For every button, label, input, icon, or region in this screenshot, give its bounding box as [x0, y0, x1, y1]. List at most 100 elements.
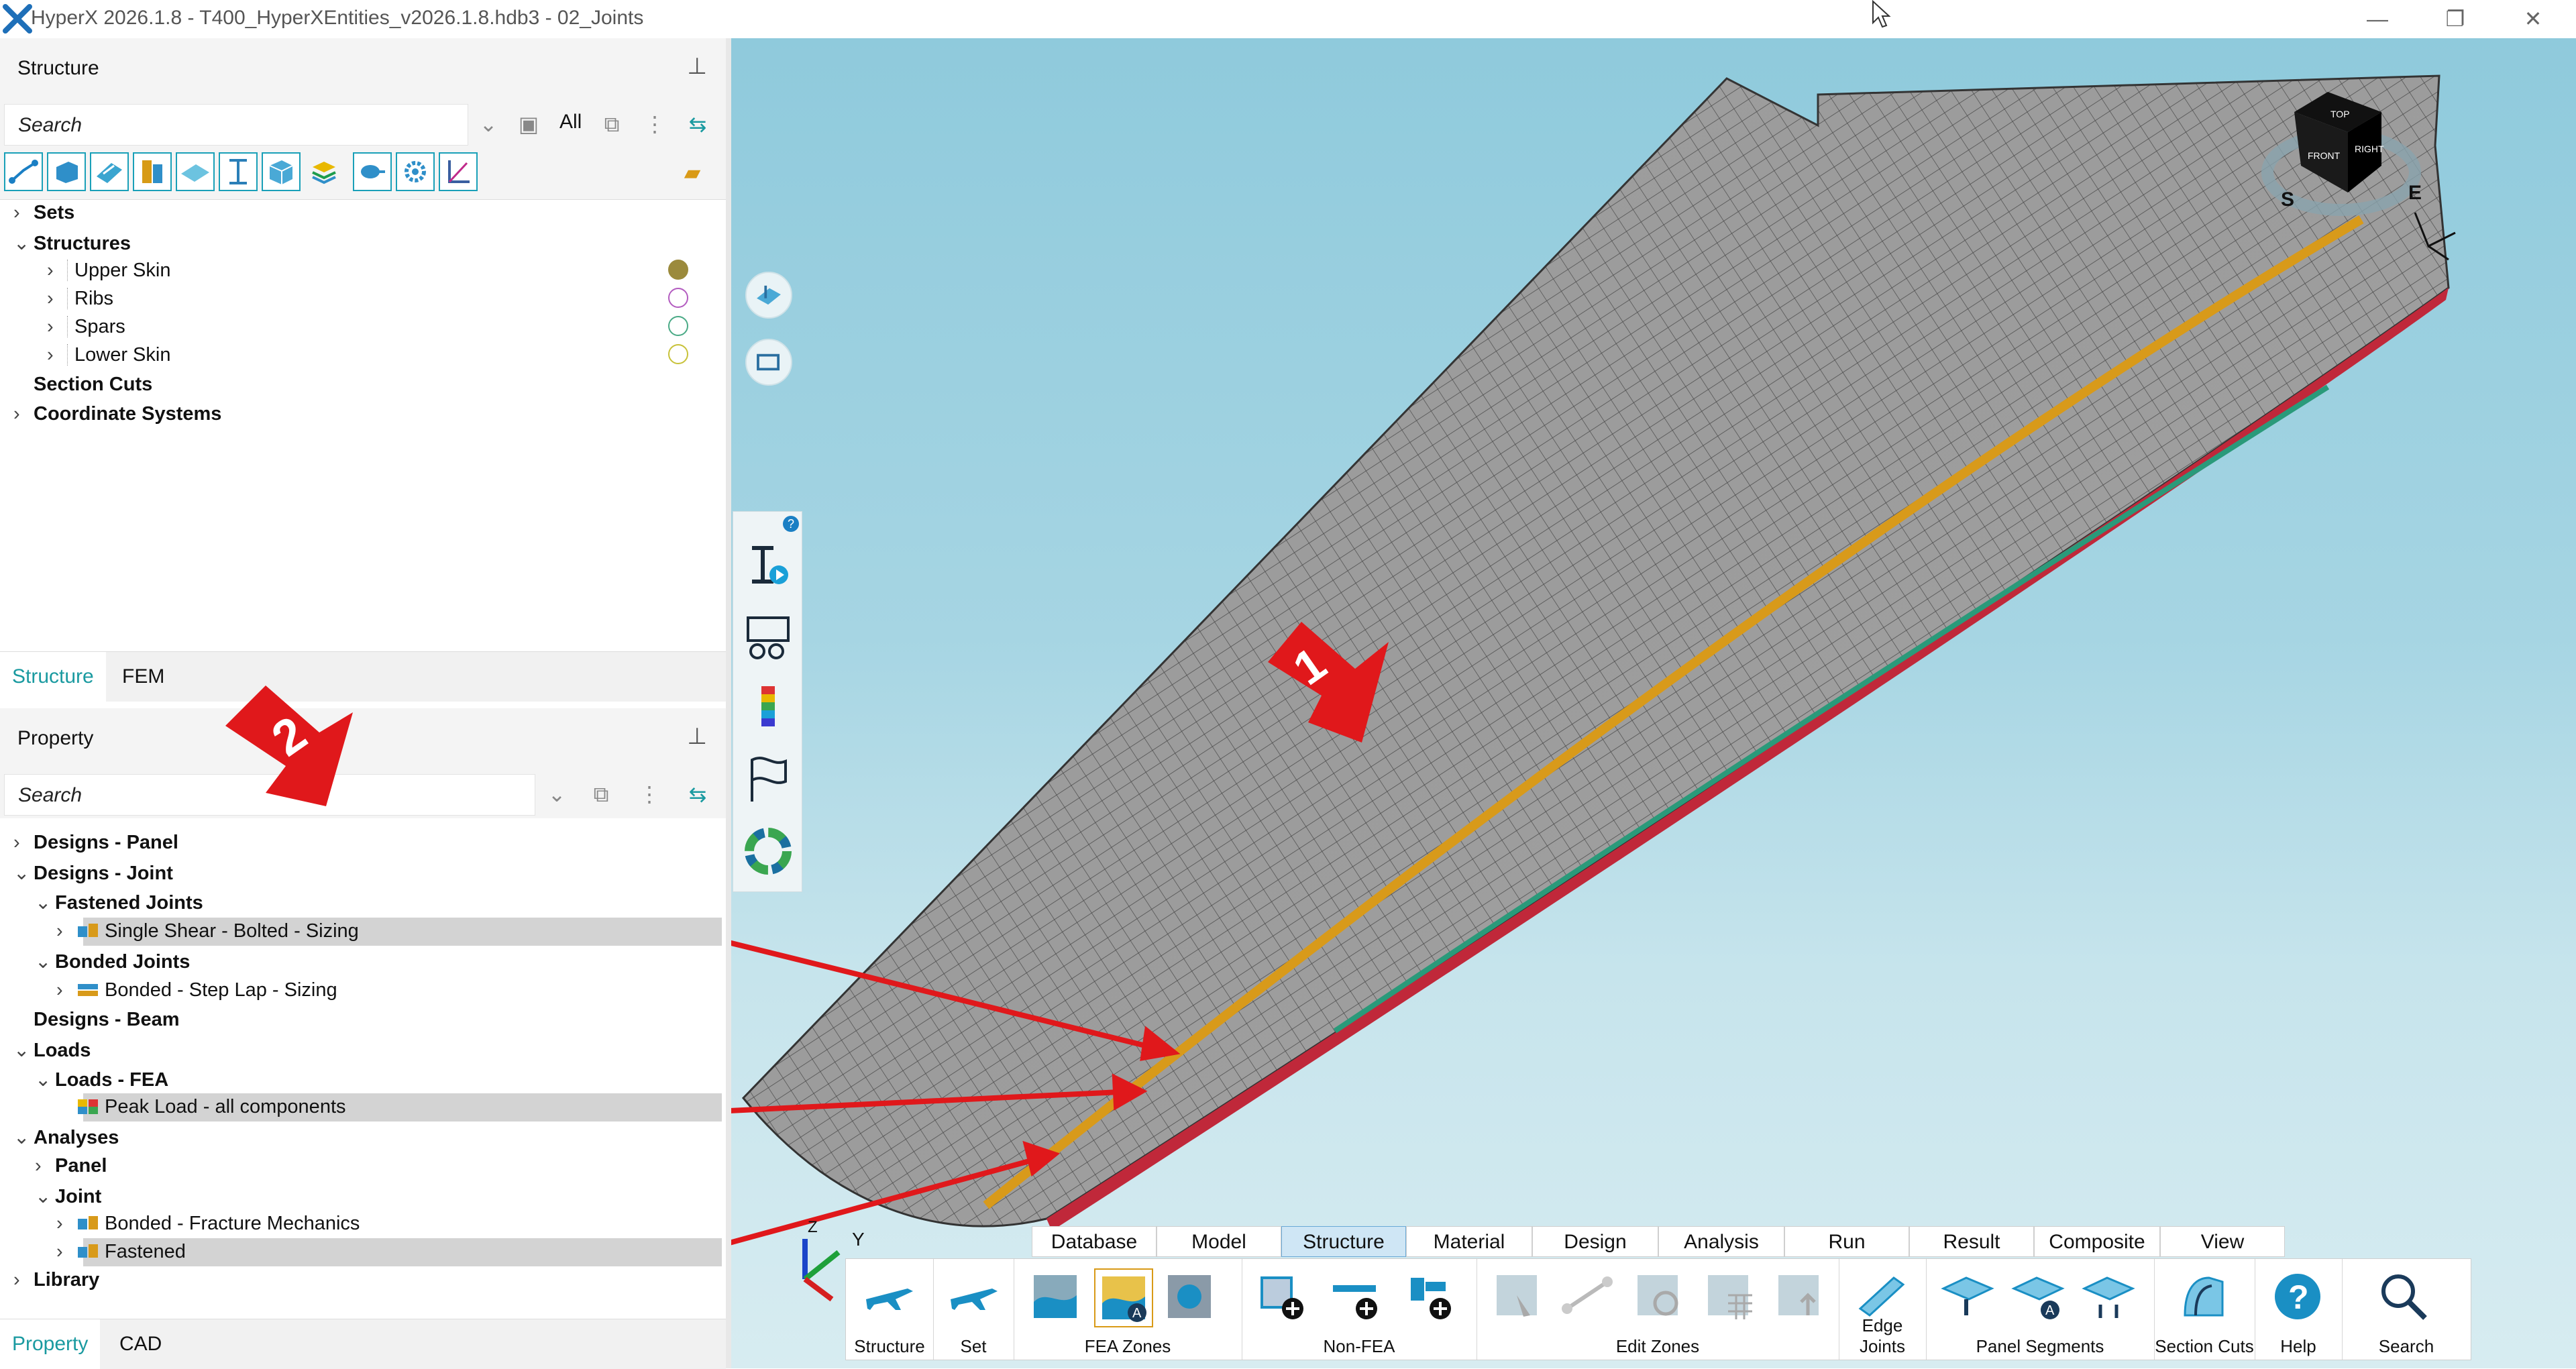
tree-item-peak-load[interactable]: Peak Load - all components — [56, 1096, 346, 1118]
restore-button[interactable]: ❐ — [2435, 4, 2475, 34]
upper-skin-color-swatch[interactable] — [668, 260, 688, 280]
tree-item-loads-fea[interactable]: ⌄ Loads - FEA — [35, 1068, 168, 1091]
tab-run[interactable]: Run — [1784, 1226, 1909, 1257]
tree-item-loads[interactable]: ⌄ Loads — [13, 1038, 91, 1062]
structure-search-input[interactable]: Search — [4, 104, 468, 146]
collapse-all-icon[interactable]: ⧉ — [597, 109, 627, 139]
tab-composite[interactable]: Composite — [2034, 1226, 2160, 1257]
tree-item-spars[interactable]: › Spars — [47, 316, 125, 338]
fea-zone-gear-icon[interactable] — [1161, 1268, 1218, 1325]
ribbon-group-help[interactable]: ? Help — [2255, 1259, 2343, 1360]
ribs-color-swatch[interactable] — [668, 288, 688, 308]
sync-arrows-icon[interactable]: ⇆ — [683, 779, 712, 809]
hierarchy-icon[interactable]: ⋮ — [635, 779, 664, 809]
lower-skin-color-swatch[interactable] — [668, 344, 688, 364]
fea-zone-icon[interactable] — [1027, 1268, 1083, 1325]
fea-zone-auto-icon[interactable]: A — [1094, 1268, 1153, 1327]
tab-view[interactable]: View — [2160, 1226, 2285, 1257]
ribbon-group-fea-zones[interactable]: A FEA Zones — [1014, 1259, 1242, 1360]
tree-item-library[interactable]: › Library — [13, 1269, 99, 1291]
tab-cad[interactable]: CAD — [107, 1319, 174, 1369]
layers-filter-icon[interactable] — [305, 152, 343, 191]
edge-zone-icon[interactable] — [1560, 1268, 1617, 1325]
solid-filter-icon[interactable] — [47, 152, 86, 191]
all-button[interactable]: All — [559, 111, 582, 133]
tree-item-analyses-joint[interactable]: ⌄ Joint — [35, 1185, 101, 1208]
wing-model[interactable]: 1 TOP FRONT RIGHT S E Y Z — [731, 38, 2576, 1368]
table-zone-icon[interactable] — [1701, 1268, 1758, 1325]
ribbon-group-non-fea[interactable]: Non-FEA — [1242, 1259, 1477, 1360]
ribbon-group-edit-zones[interactable]: Edit Zones — [1477, 1259, 1839, 1360]
tree-item-bonded-joints[interactable]: ⌄ Bonded Joints — [35, 950, 190, 973]
tree-item-ribs[interactable]: › Ribs — [47, 288, 114, 310]
view-plane-button[interactable] — [745, 272, 792, 319]
ribbon-group-panel-segments[interactable]: A Panel Segments — [1926, 1259, 2155, 1360]
minimize-button[interactable]: — — [2357, 4, 2398, 34]
tab-structure-ribbon[interactable]: Structure — [1281, 1226, 1406, 1257]
ribbon-group-edge-joints[interactable]: Edge Joints — [1839, 1259, 1927, 1360]
panel-segment-split-icon[interactable] — [2080, 1268, 2137, 1325]
tree-item-bonded-step-lap[interactable]: › Bonded - Step Lap - Sizing — [56, 979, 337, 1001]
panel-segment-icon[interactable] — [1939, 1268, 1996, 1325]
export-zone-icon[interactable] — [1772, 1268, 1828, 1325]
tree-item-single-shear-bolted[interactable]: › Single Shear - Bolted - Sizing — [56, 920, 359, 942]
ribbon-group-set[interactable]: Set — [933, 1259, 1014, 1360]
beam-filter-icon[interactable] — [133, 152, 172, 191]
collapse-all-icon[interactable]: ⧉ — [586, 779, 616, 809]
tree-item-bonded-fracture-mechanics[interactable]: › Bonded - Fracture Mechanics — [56, 1213, 360, 1235]
tree-item-designs-joint[interactable]: ⌄ Designs - Joint — [13, 861, 173, 885]
add-joint-icon[interactable] — [1403, 1268, 1459, 1325]
tab-database[interactable]: Database — [1032, 1226, 1157, 1257]
close-button[interactable]: ✕ — [2513, 4, 2553, 34]
tree-item-designs-beam[interactable]: Designs - Beam — [13, 1009, 180, 1031]
tab-property[interactable]: Property — [0, 1319, 101, 1369]
tab-design[interactable]: Design — [1532, 1226, 1658, 1257]
tree-item-fastened-joints[interactable]: ⌄ Fastened Joints — [35, 891, 203, 914]
tree-item-sets[interactable]: › Sets — [13, 202, 74, 224]
tree-item-structures[interactable]: ⌄ Structures — [13, 231, 131, 255]
panel-splitter[interactable] — [726, 38, 731, 1368]
box-filter-icon[interactable] — [262, 152, 301, 191]
sync-arrows-icon[interactable]: ⇆ — [683, 109, 712, 139]
select-zone-icon[interactable] — [1490, 1268, 1546, 1325]
panel-filter-icon[interactable] — [90, 152, 129, 191]
ibeam-filter-icon[interactable] — [219, 152, 258, 191]
pin-icon[interactable]: ⊥ — [687, 723, 707, 750]
help-badge-icon[interactable]: ? — [783, 516, 799, 532]
gear-filter-icon[interactable] — [396, 152, 435, 191]
add-panel-icon[interactable] — [1255, 1268, 1311, 1325]
flag-icon[interactable] — [743, 755, 794, 806]
tree-item-upper-skin[interactable]: › Upper Skin — [47, 260, 171, 282]
tab-analysis[interactable]: Analysis — [1658, 1226, 1784, 1257]
presentation-icon[interactable] — [743, 612, 794, 663]
tree-item-analyses[interactable]: ⌄ Analyses — [13, 1126, 119, 1149]
add-beam-icon[interactable] — [1329, 1268, 1385, 1325]
joints-filter-icon[interactable] — [4, 152, 43, 191]
spars-color-swatch[interactable] — [668, 316, 688, 336]
color-legend-icon[interactable] — [743, 683, 794, 734]
search-icon[interactable] — [2375, 1268, 2432, 1325]
view-rectangle-button[interactable] — [745, 339, 792, 386]
filter-cube-icon[interactable]: ▣ — [514, 109, 543, 139]
tree-item-designs-panel[interactable]: › Designs - Panel — [13, 832, 178, 854]
plate-filter-icon[interactable] — [176, 152, 215, 191]
ibeam-play-icon[interactable] — [743, 541, 794, 592]
tree-item-section-cuts[interactable]: Section Cuts — [13, 374, 152, 396]
tree-item-lower-skin[interactable]: › Lower Skin — [47, 344, 171, 366]
airplane-structure-icon[interactable] — [861, 1268, 917, 1325]
section-cut-icon[interactable] — [2176, 1268, 2232, 1325]
tab-model[interactable]: Model — [1157, 1226, 1281, 1257]
panel-segment-auto-icon[interactable]: A — [2010, 1268, 2066, 1325]
hierarchy-icon[interactable]: ⋮ — [640, 109, 669, 139]
tab-fem[interactable]: FEM — [110, 652, 176, 702]
tree-item-coordinate-systems[interactable]: › Coordinate Systems — [13, 403, 221, 425]
airplane-set-icon[interactable] — [945, 1268, 1002, 1325]
help-icon[interactable]: ? — [2269, 1268, 2326, 1325]
tree-item-analyses-panel[interactable]: › Panel — [35, 1155, 107, 1177]
tab-result[interactable]: Result — [1909, 1226, 2034, 1257]
folder-add-icon[interactable]: ▰ — [678, 158, 707, 187]
coordinate-system-filter-icon[interactable] — [439, 152, 478, 191]
refresh-zone-icon[interactable] — [1631, 1268, 1687, 1325]
chevron-down-icon[interactable]: ⌄ — [542, 779, 572, 809]
tab-material[interactable]: Material — [1406, 1226, 1532, 1257]
